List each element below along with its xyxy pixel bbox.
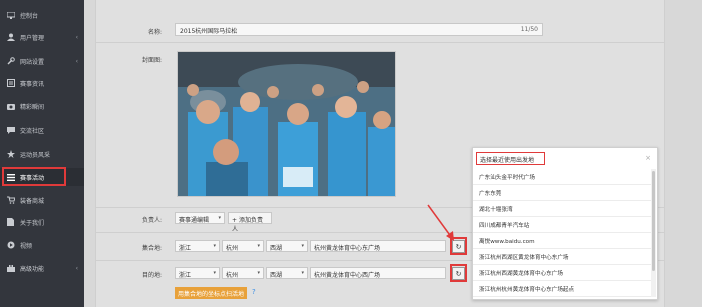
caret-down-icon: ▾: [213, 270, 216, 276]
briefcase-icon: [6, 264, 15, 273]
star-icon: [6, 150, 15, 159]
caret-down-icon: ▾: [257, 270, 260, 276]
scrollbar-thumb[interactable]: [652, 171, 655, 271]
gather-city-value: 杭州: [226, 245, 239, 252]
cover-image[interactable]: [177, 51, 396, 197]
dashboard-icon: [6, 11, 15, 20]
sidebar-item-shop[interactable]: 装备商城: [0, 191, 84, 209]
owner-select-value: 赛事通编辑: [179, 217, 210, 224]
chat-icon: [6, 126, 15, 135]
event-name-input[interactable]: 2015杭州国际马拉松 11/50: [175, 23, 543, 36]
gather-label: 集合地:: [141, 245, 162, 252]
gather-address-value: 杭州黄龙体育中心东广场: [314, 245, 381, 252]
list-item[interactable]: 离悦www.baidu.com: [473, 233, 651, 249]
sidebar-item-label: 控制台: [20, 12, 39, 20]
dest-address-input[interactable]: 杭州黄龙体育中心西广场: [310, 267, 446, 279]
gather-district-value: 西湖: [270, 245, 283, 252]
caret-down-icon: ▾: [213, 243, 216, 249]
sidebar-item-label: 关于我们: [20, 219, 45, 227]
sidebar-item-users[interactable]: 用户管理 ‹: [0, 28, 84, 46]
caret-down-icon: ▾: [218, 215, 221, 221]
chevron-left-icon: ‹: [75, 33, 78, 41]
sidebar: 控制台 用户管理 ‹ 网站设置 ‹ 赛事资讯 精彩瞬间 交流社区 运动员风采 赛…: [0, 0, 84, 307]
gather-province-select[interactable]: 浙江 ▾: [175, 240, 220, 252]
dest-province-select[interactable]: 浙江 ▾: [175, 267, 220, 279]
sidebar-item-label: 网站设置: [20, 58, 45, 66]
sidebar-item-athletes[interactable]: 运动员风采: [0, 145, 84, 163]
list-item[interactable]: 浙江杭州西湖区黄龙体育中心东广场: [473, 249, 651, 265]
close-icon[interactable]: ×: [645, 154, 651, 162]
sidebar-item-label: 装备商城: [20, 197, 45, 205]
name-label: 名称:: [147, 29, 162, 36]
recent-location-list: 广东汕头金平时代广场 广东东莞 湖北十堰张湾 四川成都青羊汽车站 离悦www.b…: [473, 169, 651, 297]
event-name-value: 2015杭州国际马拉松: [180, 28, 238, 35]
list-item[interactable]: 广东东莞: [473, 185, 651, 201]
sidebar-item-news[interactable]: 赛事资讯: [0, 74, 84, 92]
cart-icon: [6, 196, 15, 205]
caret-down-icon: ▾: [301, 243, 304, 249]
plus-icon: +: [232, 217, 238, 224]
highlight-box-dest: [450, 264, 467, 282]
dest-district-value: 西湖: [270, 272, 283, 279]
marathon-photo: [178, 52, 395, 196]
chevron-left-icon: ‹: [75, 57, 78, 65]
doc-icon: [6, 218, 15, 227]
list-item[interactable]: 浙江杭州西湖黄龙体育中心东广场: [473, 265, 651, 281]
help-icon[interactable]: ?: [252, 288, 256, 296]
sidebar-item-highlights[interactable]: 精彩瞬间: [0, 97, 84, 115]
dest-district-select[interactable]: 西湖 ▾: [266, 267, 308, 279]
dest-label: 目的地:: [141, 272, 162, 279]
char-count: 11/50: [520, 26, 538, 33]
sidebar-item-video[interactable]: 视频: [0, 236, 84, 254]
list-item[interactable]: 浙江杭州杭州黄龙体育中心东广场起点: [473, 281, 651, 297]
annotation-arrow: [427, 204, 454, 241]
caret-down-icon: ▾: [301, 270, 304, 276]
dest-address-value: 杭州黄龙体育中心西广场: [314, 272, 381, 279]
recent-departure-popup: 选择最近使用出发地 × 广东汕头金平时代广场 广东东莞 湖北十堰张湾 四川成都青…: [472, 147, 658, 300]
owner-label: 负责人:: [141, 217, 162, 224]
list-item[interactable]: 广东汕头金平时代广场: [473, 169, 651, 185]
gather-province-value: 浙江: [179, 245, 192, 252]
chevron-left-icon: ‹: [75, 264, 78, 272]
sidebar-item-label: 赛事资讯: [20, 80, 45, 88]
list-item[interactable]: 湖北十堰张湾: [473, 201, 651, 217]
sidebar-item-label: 运动员风采: [20, 151, 51, 159]
dest-city-value: 杭州: [226, 272, 239, 279]
popup-scrollbar[interactable]: [651, 169, 656, 297]
use-gather-coords-button[interactable]: 用集合地的坐标点扫活地: [175, 287, 247, 299]
popup-title: 选择最近使用出发地: [476, 152, 545, 165]
gather-city-select[interactable]: 杭州 ▾: [222, 240, 264, 252]
video-icon: [6, 241, 15, 250]
divider: [95, 42, 665, 43]
use-gather-coords-label: 用集合地的坐标点扫活地: [177, 290, 244, 298]
highlight-box-events: [2, 167, 66, 186]
dest-city-select[interactable]: 杭州 ▾: [222, 267, 264, 279]
dest-province-value: 浙江: [179, 272, 192, 279]
caret-down-icon: ▾: [257, 243, 260, 249]
sidebar-item-label: 精彩瞬间: [20, 103, 45, 111]
user-icon: [6, 33, 15, 42]
sidebar-item-site-settings[interactable]: 网站设置 ‹: [0, 52, 84, 70]
list-item[interactable]: 四川成都青羊汽车站: [473, 217, 651, 233]
camera-icon: [6, 102, 15, 111]
add-owner-button[interactable]: + 添加负责人: [228, 212, 272, 233]
sidebar-item-label: 视频: [20, 242, 33, 250]
sidebar-item-community[interactable]: 交流社区: [0, 121, 84, 139]
wrench-icon: [6, 57, 15, 66]
news-icon: [6, 79, 15, 88]
cover-label: 封面图:: [141, 57, 162, 64]
sidebar-item-label: 高级功能: [20, 265, 45, 273]
sidebar-item-label: 交流社区: [20, 127, 45, 135]
gather-district-select[interactable]: 西湖 ▾: [266, 240, 308, 252]
sidebar-item-about[interactable]: 关于我们: [0, 213, 84, 231]
sidebar-item-dashboard[interactable]: 控制台: [0, 6, 84, 24]
owner-select[interactable]: 赛事通编辑 ▾: [175, 212, 225, 224]
sidebar-item-label: 用户管理: [20, 34, 45, 42]
sidebar-item-advanced[interactable]: 高级功能 ‹: [0, 259, 84, 277]
